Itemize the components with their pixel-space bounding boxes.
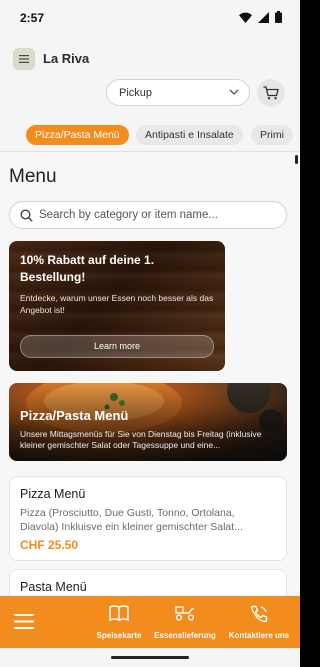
page-title: Menu [9,166,57,187]
restaurant-name: La Riva [43,51,90,66]
nav-kontaktiere-uns[interactable]: Kontaktiere uns [226,596,292,648]
battery-icon [275,11,282,23]
item-description-line: Diavola) Inkluisve ein kleiner gemischte… [20,521,243,533]
order-mode-select[interactable]: Pickup [106,79,250,106]
banner-description: Unsere Mittagsmenüs für Sie von Dienstag… [20,429,262,450]
scrollbar-thumb[interactable] [295,155,298,164]
tab-pizza-pasta-menu[interactable]: Pizza/Pasta Menü [26,125,129,145]
wifi-icon [239,12,252,23]
promo-title: 10% Rabatt auf deine 1. Bestellung! [20,253,155,284]
item-name: Pizza Menü [20,487,86,501]
gesture-bar [0,648,300,667]
nav-label: Kontaktiere uns [228,631,290,640]
item-description-line: Pizza (Prosciutto, Due Gusti, Tonno, Ort… [20,507,235,519]
phone-icon [250,605,268,623]
hamburger-icon [19,55,29,63]
order-mode-value: Pickup [119,87,153,99]
hamburger-icon [14,614,34,629]
nav-label: Essenslieferung [154,631,216,640]
nav-speisekarte[interactable]: Speisekarte [88,596,150,648]
chevron-down-icon [229,89,239,95]
item-description: Pizza (Prosciutto, Due Gusti, Tonno, Ort… [20,506,278,534]
learn-more-button[interactable]: Learn more [20,335,214,358]
status-bar: 2:57 [0,0,300,36]
tab-primi[interactable]: Primi [251,125,293,145]
app-screen: 2:57 La Riva Pickup Pizza/Pasta Menü Ant… [0,0,300,667]
signal-icon [258,11,269,23]
category-banner[interactable]: Pizza/Pasta Menü Unsere Mittagsmenüs für… [9,383,287,461]
nav-menu-button[interactable] [0,596,48,648]
menu-item-card[interactable]: Pasta Menü [9,569,287,596]
banner-title: Pizza/Pasta Menü [20,408,129,423]
search-input[interactable]: Search by category or item name... [9,201,287,229]
nav-essenslieferung[interactable]: Essenslieferung [152,596,218,648]
side-menu-button[interactable] [13,48,35,70]
nav-label: Speisekarte [96,631,142,640]
delivery-scooter-icon [175,606,195,621]
promo-description: Entdecke, warum unser Essen noch besser … [20,293,214,315]
home-indicator[interactable] [111,656,189,659]
category-tabs: Pizza/Pasta Menü Antipasti e Insalate Pr… [0,118,300,152]
item-name: Pasta Menü [20,580,87,594]
menu-content: Menu Search by category or item name... … [0,153,300,596]
menu-item-card[interactable]: Pizza Menü Pizza (Prosciutto, Due Gusti,… [9,476,287,561]
book-icon [109,605,129,621]
cart-icon [263,86,279,100]
status-time: 2:57 [20,11,45,25]
promo-card: 10% Rabatt auf deine 1. Bestellung! Entd… [9,241,225,371]
item-price: CHF 25.50 [20,538,79,552]
tab-antipasti-e-insalate[interactable]: Antipasti e Insalate [136,125,243,145]
cart-button[interactable] [257,79,285,107]
app-header: La Riva Pickup [0,36,300,118]
bottom-navigation: Speisekarte Essenslieferung Kontaktiere … [0,596,300,648]
system-icons [239,10,282,24]
search-placeholder: Search by category or item name... [39,209,218,221]
search-icon [20,209,33,222]
